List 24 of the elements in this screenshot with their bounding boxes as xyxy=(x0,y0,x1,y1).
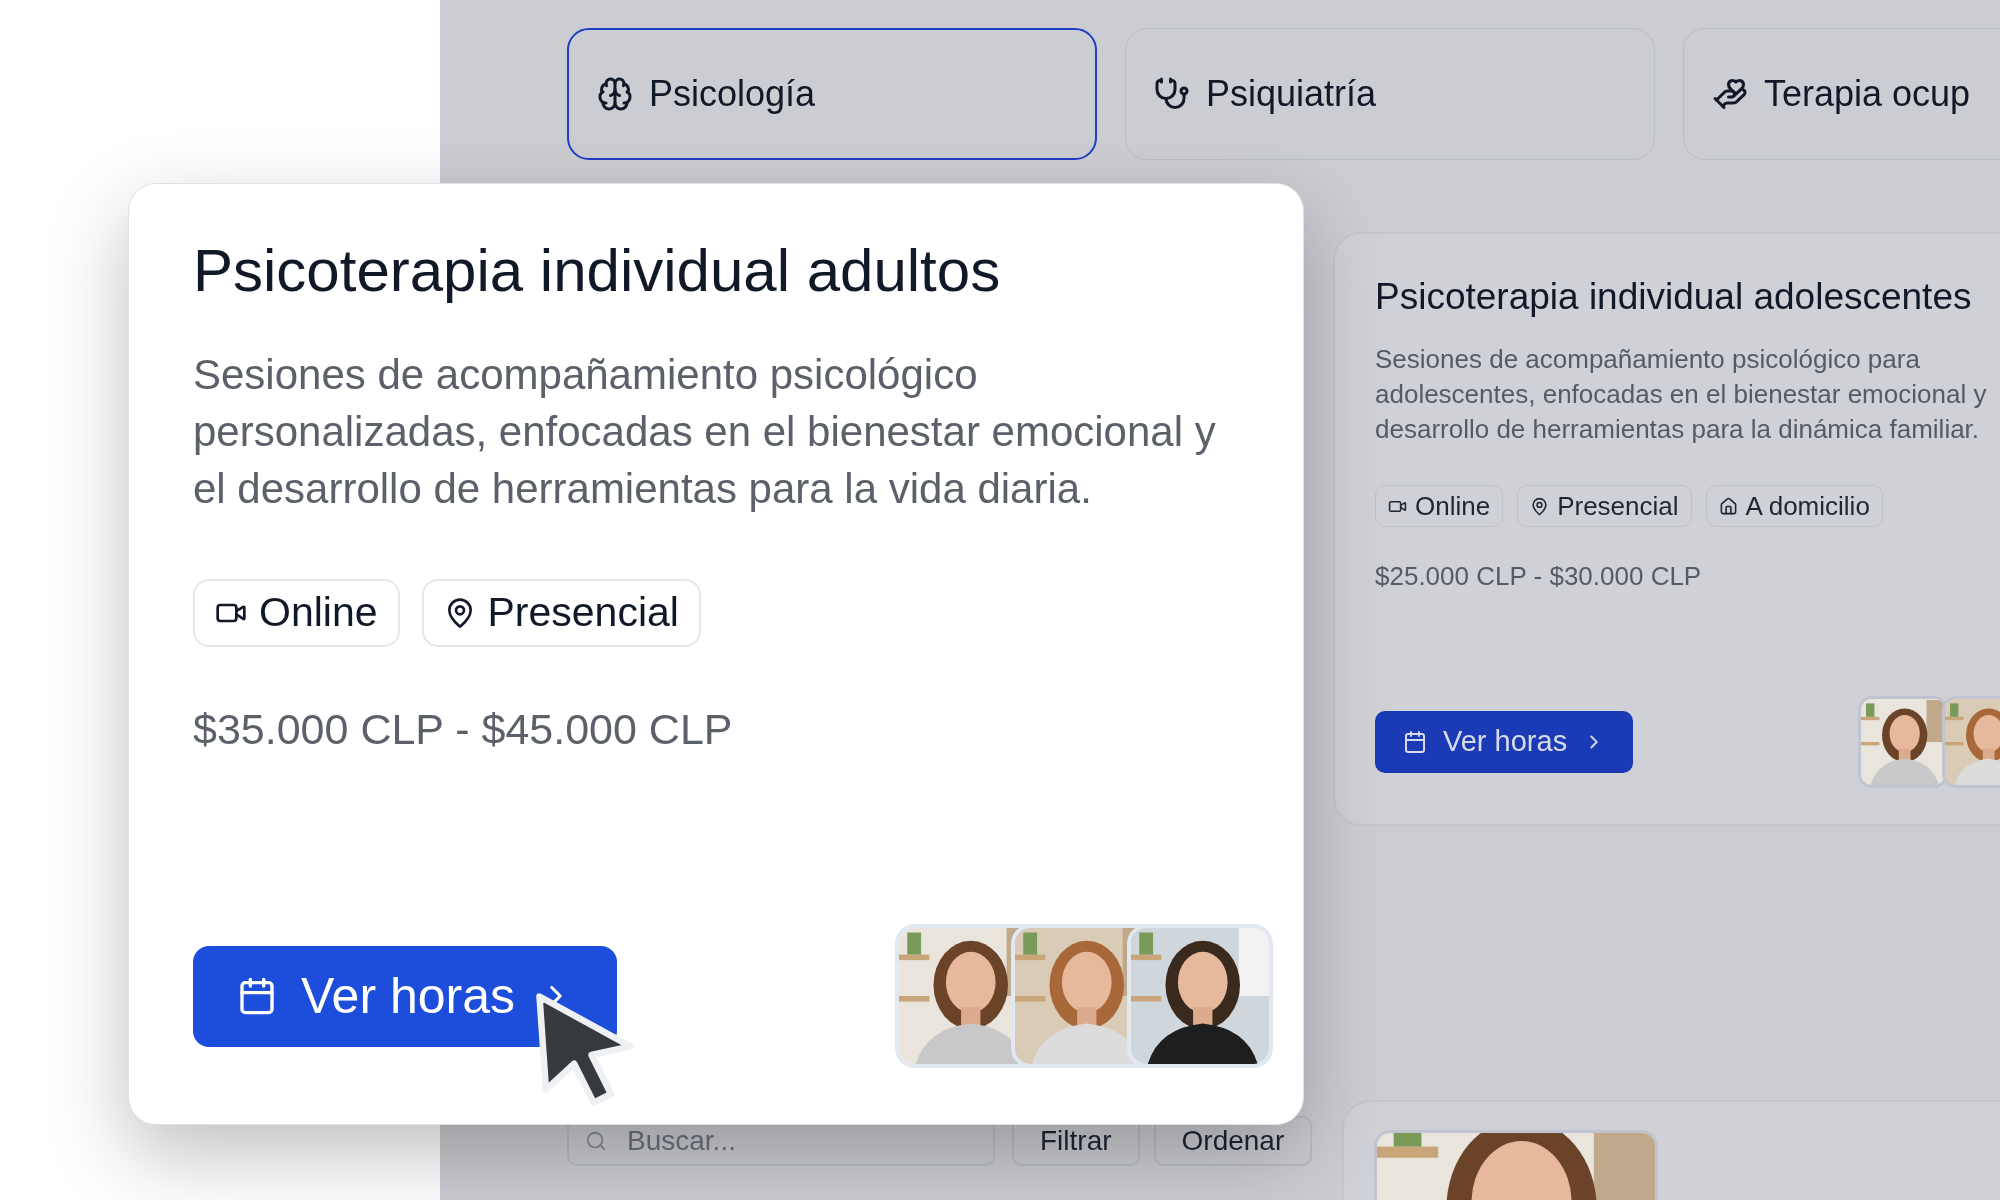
brain-icon xyxy=(597,76,633,112)
price-range: $35.000 CLP - $45.000 CLP xyxy=(193,704,733,755)
category-tab[interactable]: Psiquiatría xyxy=(1125,28,1655,160)
house-icon xyxy=(1718,496,1738,516)
ver-horas-button[interactable]: Ver horas xyxy=(193,945,617,1047)
service-tag: Online xyxy=(193,579,400,647)
card-description: Sesiones de acompañamiento psicológico personalizadas, enfocadas en el bienestar emocional y el desarrollo de herramientas para la vida diaria. xyxy=(193,350,1216,514)
service-tag: Presencial xyxy=(1517,485,1692,527)
price-range: $25.000 CLP - $30.000 CLP xyxy=(1375,560,1702,593)
service-tag: Presencial xyxy=(421,579,701,647)
category-tab[interactable]: Terapia ocup xyxy=(1683,28,2000,160)
service-tag: A domicilio xyxy=(1705,485,1883,527)
search-icon xyxy=(585,1130,607,1152)
calendar-icon xyxy=(1403,730,1427,754)
map-pin-icon xyxy=(1530,496,1550,516)
calendar-icon xyxy=(237,976,277,1016)
hand-heart-icon xyxy=(1712,76,1748,112)
card-description: Sesiones de acompañamiento psicológico para adolescentes, enfocadas en el bienestar emocional y desarrollo de herramientas para la dinámica familiar. xyxy=(1375,343,1987,446)
ver-horas-button[interactable]: Ver horas xyxy=(1375,711,1634,773)
category-tab[interactable]: Psicología xyxy=(567,28,1097,160)
stethoscope-icon xyxy=(1154,76,1190,112)
card-title: Psicoterapia individual adolescentes xyxy=(1375,275,1972,319)
card-title: Psicoterapia individual adultos xyxy=(193,236,1001,306)
service-tag: Online xyxy=(1375,485,1504,527)
